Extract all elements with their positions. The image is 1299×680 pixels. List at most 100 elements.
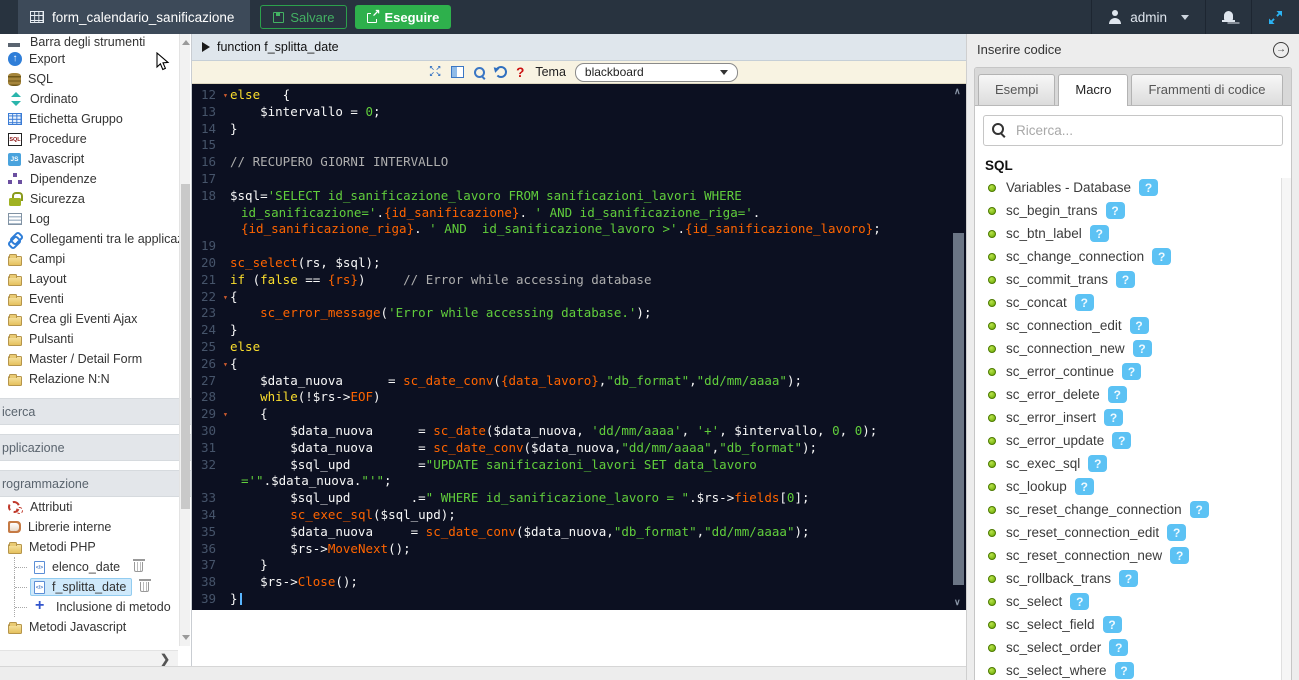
code-line[interactable]: 25else: [192, 339, 966, 356]
help-button[interactable]: ?: [1130, 317, 1149, 334]
code-line[interactable]: 27 $data_nuova = sc_date_conv({data_lavo…: [192, 373, 966, 390]
sidebar-item-crea-gli-eventi-ajax[interactable]: Crea gli Eventi Ajax: [0, 309, 191, 329]
scrollbar-thumb[interactable]: [953, 233, 964, 585]
sidebar-vertical-scrollbar[interactable]: [179, 34, 190, 646]
code-line[interactable]: 12else {: [192, 87, 966, 104]
macro-item-sc-connection-edit[interactable]: sc_connection_edit?: [979, 314, 1287, 337]
code-line[interactable]: 30 $data_nuova = sc_date($data_nuova, 'd…: [192, 423, 966, 440]
code-line[interactable]: 34 sc_exec_sql($sql_upd);: [192, 507, 966, 524]
panel-scrollbar[interactable]: [1281, 178, 1291, 680]
code-line[interactable]: 32 $sql_upd ="UPDATE sanificazioni_lavor…: [192, 457, 966, 474]
help-button[interactable]: ?: [1088, 455, 1107, 472]
help-button[interactable]: ?: [1075, 294, 1094, 311]
sidebar-item-barra-degli-strumenti[interactable]: Barra degli strumenti: [0, 36, 191, 49]
refresh-icon[interactable]: [495, 66, 507, 78]
scroll-up-arrow-icon[interactable]: ∧: [954, 86, 961, 97]
code-line[interactable]: 35 $data_nuova = sc_date_conv($data_nuov…: [192, 524, 966, 541]
editor-header[interactable]: function f_splitta_date: [192, 34, 966, 61]
sidebar-item-relazione-n-n[interactable]: Relazione N:N: [0, 369, 191, 389]
sidebar-section-pplicazione[interactable]: pplicazione: [0, 434, 191, 461]
code-line[interactable]: 18$sql='SELECT id_sanificazione_lavoro F…: [192, 188, 966, 205]
code-line[interactable]: 21if (false == {rs}) // Error while acce…: [192, 272, 966, 289]
notifications-button[interactable]: [1205, 0, 1251, 34]
code-lines[interactable]: 12else {13 $intervallo = 0;14}1516// REC…: [192, 84, 966, 610]
sidebar-item-procedure[interactable]: Procedure: [0, 129, 191, 149]
code-line[interactable]: 33 $sql_upd .=" WHERE id_sanificazione_l…: [192, 490, 966, 507]
code-line[interactable]: 20sc_select(rs, $sql);: [192, 255, 966, 272]
sidebar-item-inclusione-di-metodo[interactable]: Inclusione di metodo: [0, 597, 191, 617]
help-button[interactable]: ?: [1152, 248, 1171, 265]
code-line[interactable]: 31 $data_nuova = sc_date_conv($data_nuov…: [192, 440, 966, 457]
help-button[interactable]: ?: [1070, 593, 1089, 610]
macro-item-sc-reset-connection-new[interactable]: sc_reset_connection_new?: [979, 544, 1287, 567]
sidebar-section-rogrammazione[interactable]: rogrammazione: [0, 470, 191, 497]
code-line[interactable]: 13 $intervallo = 0;: [192, 104, 966, 121]
user-menu[interactable]: admin: [1091, 0, 1205, 34]
help-button[interactable]: ?: [1170, 547, 1189, 564]
macro-item-sc-concat[interactable]: sc_concat?: [979, 291, 1287, 314]
help-button[interactable]: ?: [1108, 386, 1127, 403]
sidebar-item-metodi-php[interactable]: Metodi PHP: [0, 537, 191, 557]
macro-item-variables-database[interactable]: Variables - Database?: [979, 176, 1287, 199]
fullscreen-icon[interactable]: [429, 66, 442, 78]
macro-item-sc-error-continue[interactable]: sc_error_continue?: [979, 360, 1287, 383]
app-tab[interactable]: form_calendario_sanificazione: [18, 0, 250, 34]
code-line[interactable]: ='".$data_nuova."'";: [192, 473, 966, 490]
macro-item-sc-error-insert[interactable]: sc_error_insert?: [979, 406, 1287, 429]
sidebar-item-dipendenze[interactable]: Dipendenze: [0, 169, 191, 189]
code-line[interactable]: 37 }: [192, 557, 966, 574]
sidebar-item-sicurezza[interactable]: Sicurezza: [0, 189, 191, 209]
macro-item-sc-connection-new[interactable]: sc_connection_new?: [979, 337, 1287, 360]
macro-item-sc-select-where[interactable]: sc_select_where?: [979, 659, 1287, 680]
macro-item-sc-error-update[interactable]: sc_error_update?: [979, 429, 1287, 452]
fullscreen-button[interactable]: [1251, 0, 1299, 34]
search-icon[interactable]: [473, 66, 486, 79]
code-line[interactable]: 23 sc_error_message('Error while accessi…: [192, 305, 966, 322]
scrollbar-thumb[interactable]: [181, 184, 190, 509]
macro-item-sc-select-order[interactable]: sc_select_order?: [979, 636, 1287, 659]
scroll-down-arrow-icon[interactable]: [182, 635, 190, 640]
code-line[interactable]: 26{: [192, 356, 966, 373]
sidebar-item-f-splitta-date[interactable]: f_splitta_date: [0, 577, 191, 597]
help-button[interactable]: ?: [1106, 202, 1125, 219]
sidebar-section-icerca[interactable]: icerca: [0, 398, 191, 425]
sidebar-item-metodi-javascript[interactable]: Metodi Javascript: [0, 617, 191, 637]
help-button[interactable]: ?: [1112, 432, 1131, 449]
macro-item-sc-btn-label[interactable]: sc_btn_label?: [979, 222, 1287, 245]
help-button[interactable]: ?: [1133, 340, 1152, 357]
help-button[interactable]: ?: [1115, 662, 1134, 679]
tab-frammenti-di-codice[interactable]: Frammenti di codice: [1131, 74, 1282, 105]
scroll-right-arrow-icon[interactable]: ❯: [160, 652, 170, 666]
sidebar-item-master-detail-form[interactable]: Master / Detail Form: [0, 349, 191, 369]
code-line[interactable]: 17: [192, 171, 966, 188]
sidebar-item-etichetta-gruppo[interactable]: Etichetta Gruppo: [0, 109, 191, 129]
help-button[interactable]: ?: [1139, 179, 1158, 196]
code-line[interactable]: 24}: [192, 322, 966, 339]
help-button[interactable]: ?: [1109, 639, 1128, 656]
sidebar-item-javascript[interactable]: Javascript: [0, 149, 191, 169]
macro-item-sc-begin-trans[interactable]: sc_begin_trans?: [979, 199, 1287, 222]
macro-item-sc-rollback-trans[interactable]: sc_rollback_trans?: [979, 567, 1287, 590]
sidebar-item-pulsanti[interactable]: Pulsanti: [0, 329, 191, 349]
sidebar-item-ordinato[interactable]: Ordinato: [0, 89, 191, 109]
save-button[interactable]: Salvare: [260, 5, 347, 29]
code-line[interactable]: 22{: [192, 289, 966, 306]
help-button[interactable]: ?: [1075, 478, 1094, 495]
trash-icon[interactable]: [140, 582, 149, 592]
sidebar-item-elenco-date[interactable]: elenco_date: [0, 557, 191, 577]
code-line[interactable]: {id_sanificazione_riga}. ' AND id_sanifi…: [192, 221, 966, 238]
code-line[interactable]: 19: [192, 238, 966, 255]
sidebar-item-librerie-interne[interactable]: Librerie interne: [0, 517, 191, 537]
search-input[interactable]: [983, 115, 1283, 146]
help-button[interactable]: ?: [1122, 363, 1141, 380]
tab-esempi[interactable]: Esempi: [978, 74, 1055, 105]
help-button[interactable]: ?: [1090, 225, 1109, 242]
macro-item-sc-error-delete[interactable]: sc_error_delete?: [979, 383, 1287, 406]
editor-scrollbar[interactable]: ∧ ∨: [951, 84, 966, 610]
help-button[interactable]: ?: [1104, 409, 1123, 426]
macro-item-sc-change-connection[interactable]: sc_change_connection?: [979, 245, 1287, 268]
macro-item-sc-commit-trans[interactable]: sc_commit_trans?: [979, 268, 1287, 291]
code-line[interactable]: 39}: [192, 591, 966, 608]
code-line[interactable]: 15: [192, 137, 966, 154]
help-button[interactable]: ?: [1167, 524, 1186, 541]
